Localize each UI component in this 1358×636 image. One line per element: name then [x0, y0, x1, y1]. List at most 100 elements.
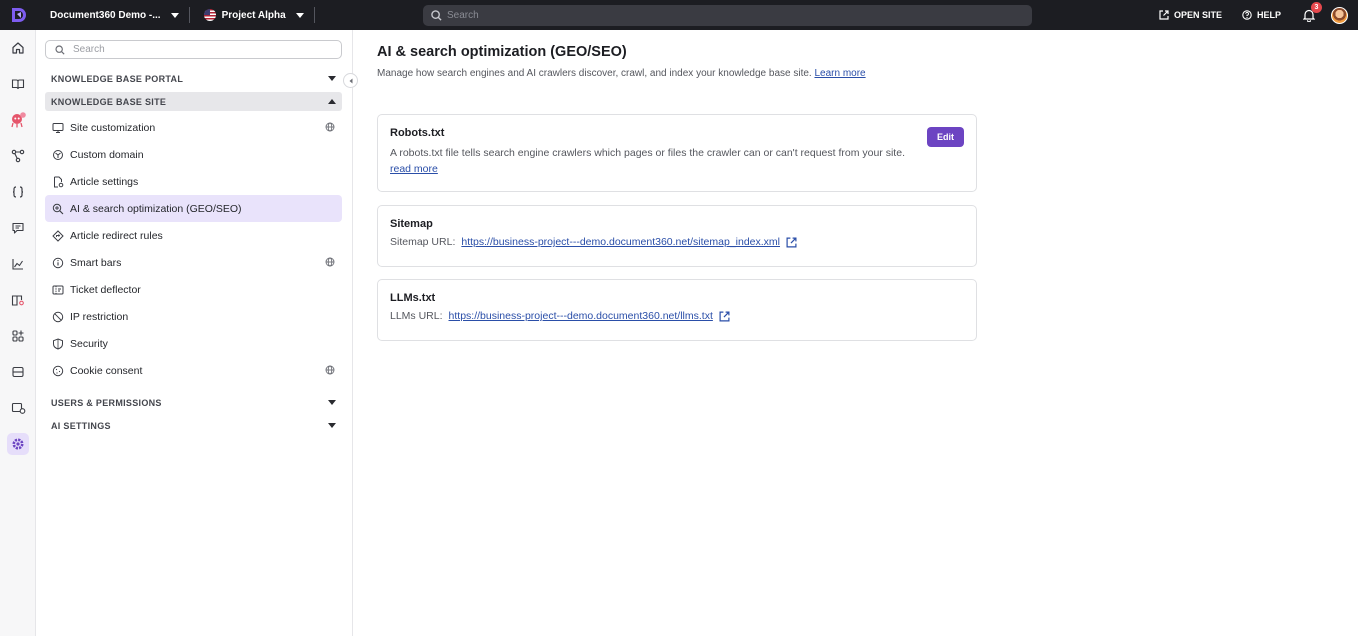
sidebar-item-label: IP restriction [70, 310, 129, 323]
sitemap-url-row: Sitemap URL: https://business-project---… [390, 236, 964, 248]
sidebar-item-label: Site customization [70, 121, 156, 134]
section-knowledge-base-portal[interactable]: KNOWLEDGE BASE PORTAL [45, 69, 342, 88]
global-search[interactable] [423, 5, 1032, 26]
sidebar-search[interactable] [45, 40, 342, 59]
notifications-button[interactable]: 3 [1303, 1, 1322, 22]
project-name: Document360 Demo -... [50, 9, 161, 21]
chevron-up-icon [328, 99, 336, 104]
analytics-icon[interactable] [0, 251, 36, 277]
project-selector[interactable]: Document360 Demo -... [36, 0, 189, 30]
sidebar-item-article-redirect-rules[interactable]: Article redirect rules [45, 222, 342, 249]
edit-robots-button[interactable]: Edit [927, 127, 964, 147]
description-text: Manage how search engines and AI crawler… [377, 68, 812, 79]
globe-icon [325, 365, 335, 378]
sitemap-title: Sitemap [390, 218, 433, 230]
llms-title: LLMs.txt [390, 292, 436, 304]
sidebar-search-input[interactable] [73, 44, 333, 55]
sidebar-item-smart-bars[interactable]: Smart bars [45, 249, 342, 276]
apps-icon[interactable] [0, 323, 36, 349]
section-label: KNOWLEDGE BASE PORTAL [51, 73, 184, 84]
settings-icon[interactable] [0, 431, 36, 457]
sidebar-item-custom-domain[interactable]: Custom domain [45, 141, 342, 168]
sidebar-item-cookie-consent[interactable]: Cookie consent [45, 357, 342, 384]
ai-assistant-icon[interactable] [0, 107, 36, 133]
robots-description: A robots.txt file tells search engine cr… [390, 145, 910, 177]
section-label: USERS & PERMISSIONS [51, 397, 162, 408]
section-label: AI SETTINGS [51, 420, 111, 431]
learn-more-link[interactable]: Learn more [814, 68, 865, 79]
sitemap-card: Sitemap Sitemap URL: https://business-pr… [377, 205, 977, 267]
global-search-input[interactable] [447, 10, 1007, 21]
read-more-link[interactable]: read more [390, 163, 438, 175]
sitemap-url-label: Sitemap URL: [390, 236, 456, 248]
globe-icon [325, 122, 335, 135]
section-ai-settings[interactable]: AI SETTINGS [45, 416, 342, 435]
feedback-icon[interactable] [0, 215, 36, 241]
chevron-down-icon [295, 12, 304, 18]
external-link-icon[interactable] [786, 236, 797, 248]
open-site-button[interactable]: OPEN SITE [1159, 10, 1222, 20]
globe-icon [325, 257, 335, 270]
search-icon [55, 44, 65, 55]
workflow-icon[interactable] [0, 143, 36, 169]
main-content: AI & search optimization (GEO/SEO) Manag… [353, 30, 1358, 636]
sidebar-item-label: Article redirect rules [70, 229, 163, 242]
sidebar-item-label: Ticket deflector [70, 283, 141, 296]
section-users-permissions[interactable]: USERS & PERMISSIONS [45, 393, 342, 412]
info-icon [52, 257, 64, 269]
sidebar-item-ai-search-optimization[interactable]: AI & search optimization (GEO/SEO) [45, 195, 342, 222]
sidebar-item-label: AI & search optimization (GEO/SEO) [70, 202, 242, 215]
divider [313, 7, 315, 23]
search-optimization-icon [52, 203, 64, 215]
avatar[interactable] [1331, 6, 1348, 24]
page-title: AI & search optimization (GEO/SEO) [377, 44, 627, 60]
book-icon[interactable] [0, 71, 36, 97]
documentation-settings-icon[interactable] [0, 395, 36, 421]
home-icon[interactable] [0, 35, 36, 61]
help-button[interactable]: HELP [1242, 10, 1281, 20]
robots-title: Robots.txt [390, 127, 445, 139]
widget-icon[interactable] [0, 359, 36, 385]
llms-url-label: LLMs URL: [390, 310, 443, 322]
section-knowledge-base-site[interactable]: KNOWLEDGE BASE SITE [45, 92, 342, 111]
document360-logo[interactable] [0, 0, 36, 30]
ticket-icon [52, 284, 64, 296]
sidebar-item-label: Cookie consent [70, 364, 143, 377]
sidebar-item-ip-restriction[interactable]: IP restriction [45, 303, 342, 330]
external-link-icon [1159, 10, 1169, 20]
sitemap-url-link[interactable]: https://business-project---demo.document… [461, 236, 780, 248]
knowledge-review-icon[interactable] [0, 287, 36, 313]
cookie-icon [52, 365, 64, 377]
chevron-down-icon [328, 400, 336, 405]
open-site-label: OPEN SITE [1173, 10, 1222, 20]
sidebar-item-label: Article settings [70, 175, 139, 188]
top-bar: Document360 Demo -... Project Alpha OPEN… [0, 0, 1358, 30]
page-description: Manage how search engines and AI crawler… [377, 68, 866, 79]
shield-icon [52, 337, 64, 350]
us-flag-icon [203, 9, 216, 21]
robots-text: A robots.txt file tells search engine cr… [390, 147, 905, 159]
sidebar-item-article-settings[interactable]: Article settings [45, 168, 342, 195]
icon-rail [0, 30, 36, 636]
workspace-name: Project Alpha [221, 9, 286, 21]
llms-url-link[interactable]: https://business-project---demo.document… [449, 310, 713, 322]
document-settings-icon [52, 176, 64, 188]
block-icon [52, 311, 64, 323]
monitor-icon [52, 122, 64, 134]
chevron-down-icon [328, 423, 336, 428]
chevron-down-icon [328, 76, 336, 81]
llms-url-row: LLMs URL: https://business-project---dem… [390, 310, 964, 322]
api-icon[interactable] [0, 179, 36, 205]
robots-card: Robots.txt A robots.txt file tells searc… [377, 114, 977, 192]
sidebar-item-security[interactable]: Security [45, 330, 342, 357]
chevron-down-icon [170, 12, 179, 18]
search-icon [431, 10, 442, 21]
workspace-selector[interactable]: Project Alpha [190, 0, 314, 30]
sidebar-item-ticket-deflector[interactable]: Ticket deflector [45, 276, 342, 303]
sidebar-item-label: Security [70, 337, 108, 350]
help-label: HELP [1256, 10, 1281, 20]
external-link-icon[interactable] [719, 310, 730, 322]
notification-badge: 3 [1311, 1, 1322, 13]
llms-card: LLMs.txt LLMs URL: https://business-proj… [377, 279, 977, 341]
sidebar-item-site-customization[interactable]: Site customization [45, 114, 342, 141]
